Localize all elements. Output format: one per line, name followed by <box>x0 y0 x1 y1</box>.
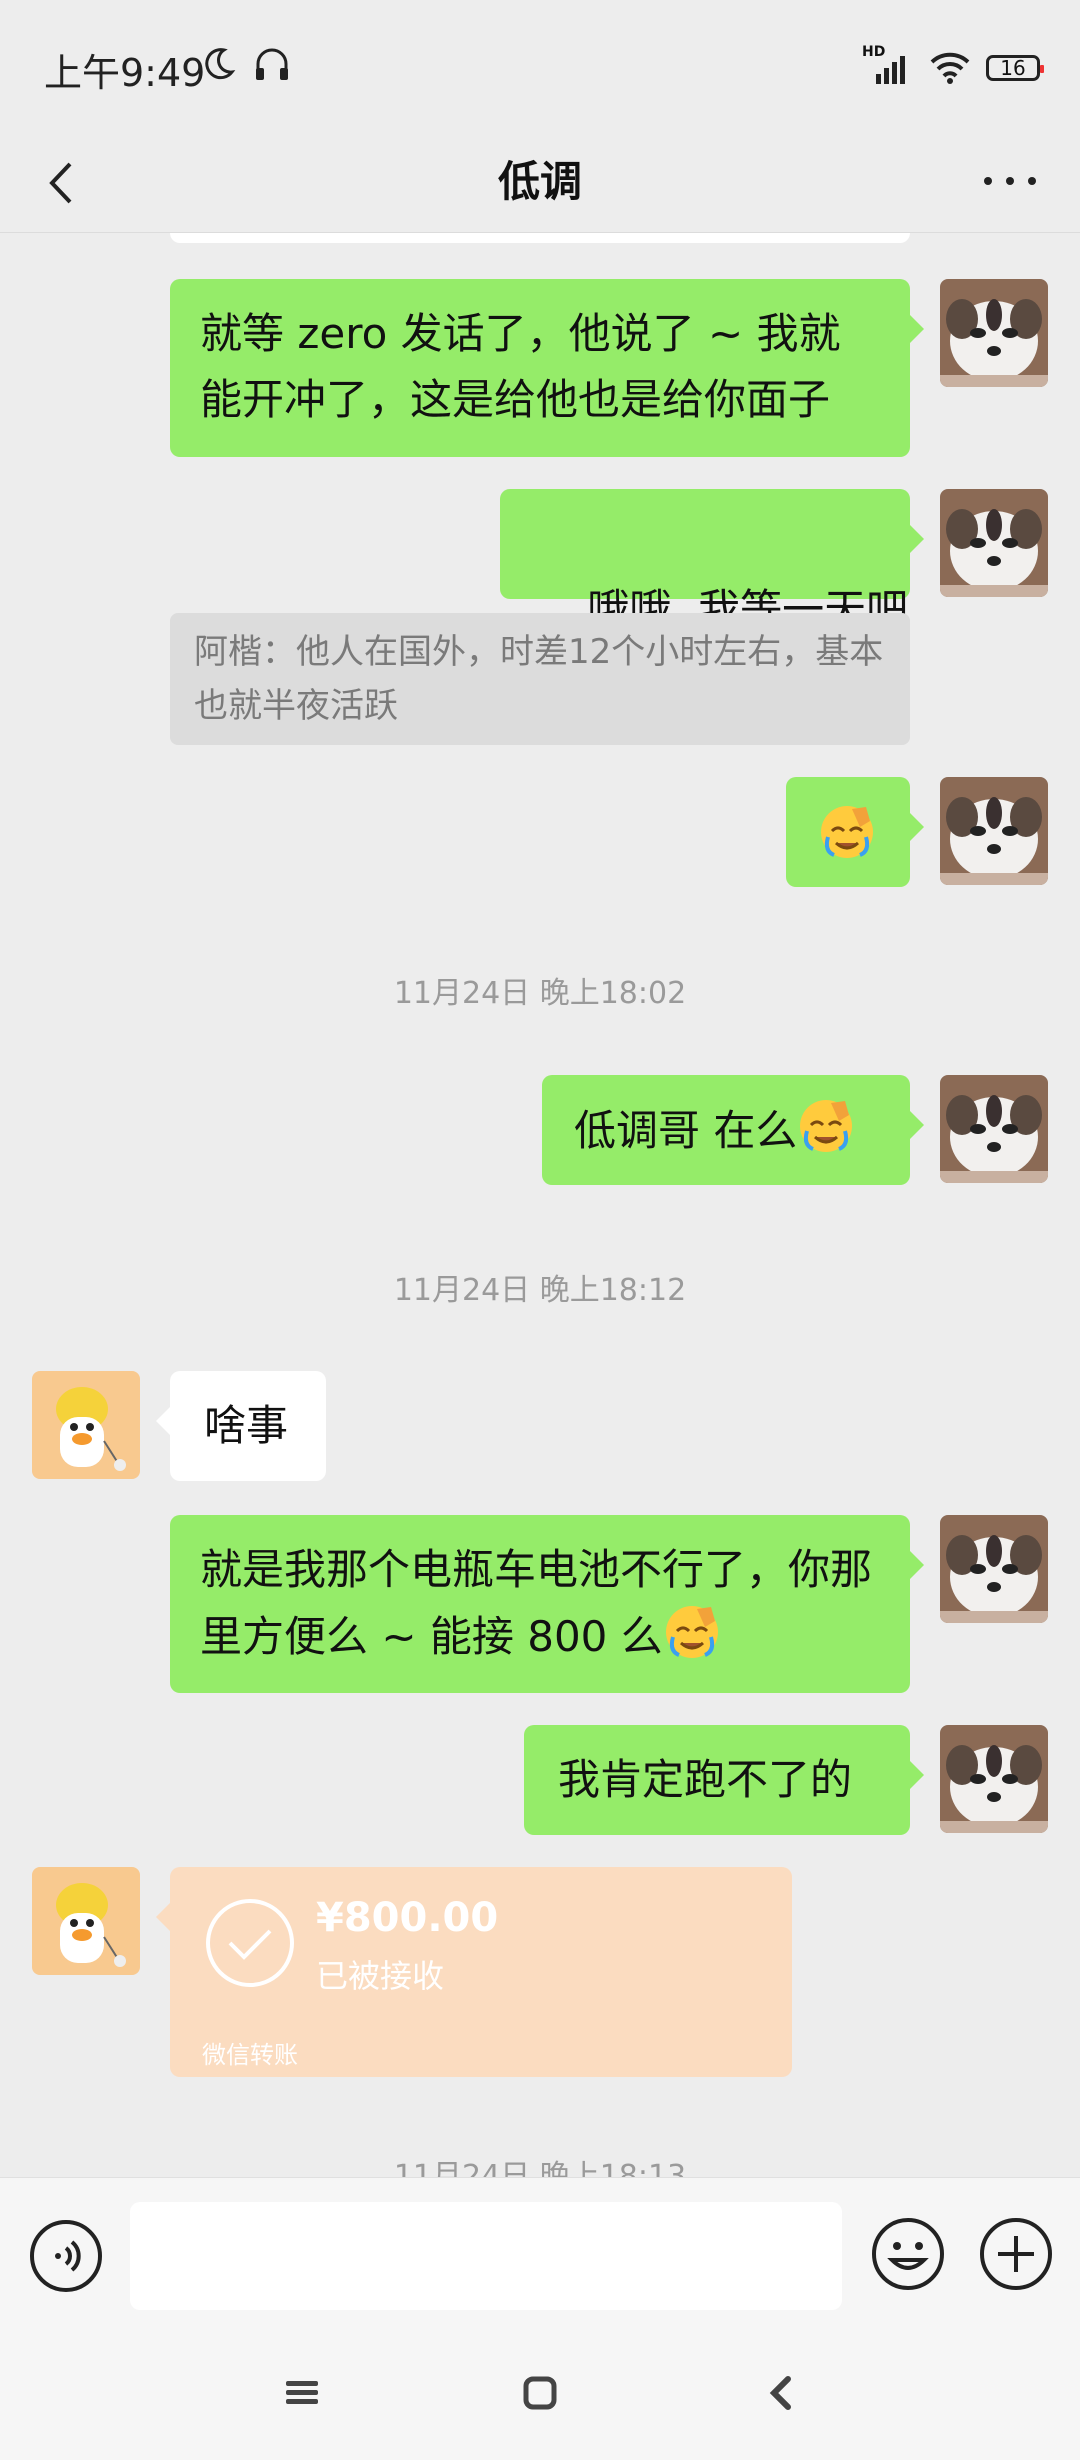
chat-title: 低调 <box>497 157 582 206</box>
contact-avatar[interactable] <box>32 1371 140 1479</box>
transfer-label: 微信转账 <box>202 2041 298 2069</box>
message-text: 我肯定跑不了的 <box>558 1755 853 1804</box>
facepalm-emoji-icon <box>797 1097 855 1155</box>
message-text: 啥事 <box>204 1401 289 1450</box>
battery-icon: 16 <box>986 55 1044 81</box>
contact-avatar[interactable] <box>32 1867 140 1975</box>
check-icon <box>204 1897 296 1993</box>
emoji-icon[interactable] <box>870 2216 946 2296</box>
system-nav-bar <box>0 2329 1080 2460</box>
message-bubble[interactable] <box>786 777 924 887</box>
my-avatar[interactable] <box>940 1515 1048 1623</box>
plus-icon[interactable] <box>978 2216 1054 2296</box>
message-bubble[interactable]: 哦哦 我等一天吧 <box>500 489 924 634</box>
my-avatar[interactable] <box>940 1075 1048 1183</box>
transfer-status: 已被接收 <box>316 1957 445 1995</box>
quoted-message[interactable]: 阿楷：他人在国外，时差12个小时左右，基本也就半夜活跃 <box>170 613 910 745</box>
facepalm-emoji-icon <box>818 803 876 861</box>
chat-header: 低调 <box>0 132 1080 232</box>
transfer-card[interactable]: ¥800.00 已被接收 微信转账 <box>156 1867 792 2077</box>
message-bubble[interactable]: 啥事 <box>156 1371 326 1481</box>
back-nav-icon[interactable] <box>762 2373 802 2417</box>
home-nav-icon[interactable] <box>520 2373 560 2417</box>
message-text: 低调哥 在么 <box>574 1106 798 1155</box>
facepalm-emoji-icon <box>663 1603 721 1661</box>
message-bubble[interactable]: 低调哥 在么 <box>542 1075 924 1185</box>
moon-icon <box>200 46 236 86</box>
message-timestamp: 11月24日 晚上18:02 <box>393 976 687 1011</box>
previous-bubble <box>170 233 910 243</box>
message-text: 就是我那个电瓶车电池不行了，你那里方便么 ~ 能接 800 么 <box>200 1545 873 1661</box>
message-bubble[interactable]: 就等 zero 发话了，他说了 ~ 我就能开冲了，这是给他也是给你面子 <box>170 279 924 457</box>
signal-icon: HD <box>862 44 914 88</box>
wifi-icon <box>928 48 972 88</box>
my-avatar[interactable] <box>940 489 1048 597</box>
message-bubble[interactable]: 我肯定跑不了的 <box>524 1725 924 1835</box>
headset-icon <box>252 46 292 86</box>
status-icons: HD 16 <box>862 44 1044 90</box>
menu-nav-icon[interactable] <box>282 2373 322 2417</box>
message-timestamp: 11月24日 晚上18:12 <box>393 1273 687 1308</box>
quote-text: 阿楷：他人在国外，时差12个小时左右，基本也就半夜活跃 <box>194 632 884 726</box>
my-avatar[interactable] <box>940 777 1048 885</box>
voice-icon[interactable] <box>28 2218 104 2298</box>
status-bar: 上午9:49 HD 16 <box>0 0 1080 132</box>
more-icon[interactable] <box>980 166 1040 196</box>
message-bubble[interactable]: 就是我那个电瓶车电池不行了，你那里方便么 ~ 能接 800 么 <box>170 1515 924 1693</box>
status-time: 上午9:49 <box>44 51 206 95</box>
input-bar <box>0 2177 1080 2330</box>
my-avatar[interactable] <box>940 1725 1048 1833</box>
my-avatar[interactable] <box>940 279 1048 387</box>
message-text: 就等 zero 发话了，他说了 ~ 我就能开冲了，这是给他也是给你面子 <box>200 309 841 424</box>
transfer-amount: ¥800.00 <box>316 1895 499 1941</box>
message-timestamp: 11月24日 晚上18:13 <box>393 2159 687 2177</box>
message-input[interactable] <box>130 2202 842 2310</box>
chat-list[interactable]: 就等 zero 发话了，他说了 ~ 我就能开冲了，这是给他也是给你面子 哦哦 我… <box>0 233 1080 2177</box>
